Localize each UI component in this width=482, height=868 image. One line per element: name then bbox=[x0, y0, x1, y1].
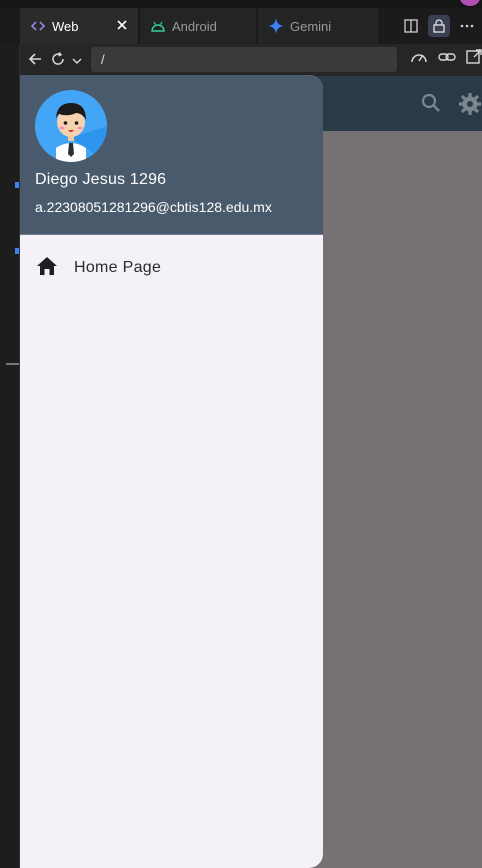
android-icon bbox=[150, 18, 166, 34]
url-input[interactable]: / bbox=[91, 47, 397, 72]
window-top-strip bbox=[0, 0, 482, 8]
performance-gauge-icon[interactable] bbox=[410, 49, 428, 70]
tab-android-label: Android bbox=[172, 18, 217, 34]
app-bar-actions bbox=[420, 92, 482, 121]
close-tab-icon[interactable] bbox=[114, 17, 130, 33]
tab-gemini[interactable]: Gemini bbox=[258, 8, 378, 44]
user-name: Diego Jesus 1296 bbox=[35, 171, 167, 188]
tab-gemini-label: Gemini bbox=[290, 18, 332, 34]
more-options-icon[interactable] bbox=[456, 15, 478, 37]
user-email: a.22308051281296@cbtis128.edu.mx bbox=[35, 199, 272, 215]
open-external-icon[interactable] bbox=[466, 49, 482, 70]
gutter-marker bbox=[15, 182, 19, 188]
home-icon bbox=[36, 256, 58, 281]
drawer-header: Diego Jesus 1296 a.22308051281296@cbtis1… bbox=[20, 75, 323, 235]
user-avatar[interactable] bbox=[35, 90, 107, 162]
nav-buttons bbox=[26, 50, 82, 73]
side-gutter bbox=[0, 44, 20, 868]
gutter-marker bbox=[15, 248, 19, 254]
account-avatar-icon[interactable] bbox=[460, 0, 480, 6]
tab-web[interactable]: Web bbox=[20, 8, 138, 44]
tab-web-label: Web bbox=[52, 18, 79, 34]
address-bar-actions bbox=[410, 49, 482, 70]
navigation-drawer: Diego Jesus 1296 a.22308051281296@cbtis1… bbox=[20, 75, 323, 868]
drawer-item-label: Home Page bbox=[74, 259, 162, 276]
split-view-icon[interactable] bbox=[400, 15, 422, 37]
gear-icon[interactable] bbox=[458, 92, 482, 121]
link-icon[interactable] bbox=[438, 49, 456, 70]
toolbar-right bbox=[400, 8, 482, 44]
search-icon[interactable] bbox=[420, 92, 442, 121]
lock-icon[interactable] bbox=[428, 15, 450, 37]
back-arrow-icon[interactable] bbox=[26, 50, 44, 73]
code-icon bbox=[30, 18, 46, 34]
address-bar: / bbox=[20, 44, 482, 76]
gutter-line bbox=[6, 363, 19, 365]
drawer-item-home-page[interactable]: Home Page bbox=[20, 250, 323, 286]
reload-icon[interactable] bbox=[50, 51, 66, 72]
gemini-sparkle-icon bbox=[268, 18, 284, 34]
tab-android[interactable]: Android bbox=[140, 8, 256, 44]
chevron-down-icon[interactable] bbox=[72, 53, 82, 71]
